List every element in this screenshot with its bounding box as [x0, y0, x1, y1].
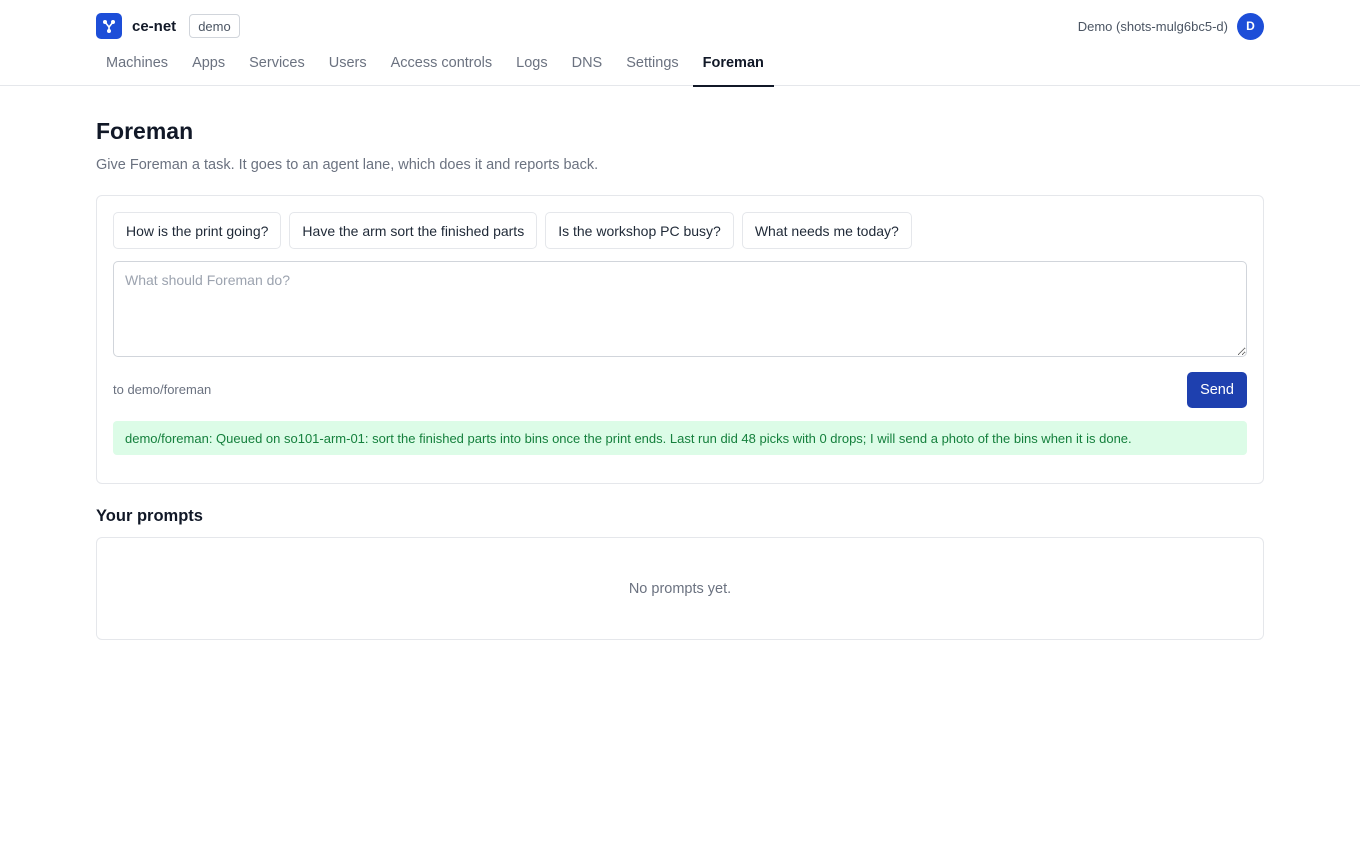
main-nav: Machines Apps Services Users Access cont… [96, 40, 778, 87]
avatar[interactable]: D [1237, 12, 1264, 40]
target-label: to demo/foreman [113, 382, 212, 397]
suggestion-chip-sort-parts[interactable]: Have the arm sort the finished parts [289, 212, 538, 249]
nav-item-foreman[interactable]: Foreman [692, 40, 775, 87]
page-subtitle: Give Foreman a task. It goes to an agent… [96, 157, 599, 173]
composer-card: How is the print going? Have the arm sor… [96, 195, 1264, 484]
send-button[interactable]: Send [1187, 372, 1247, 408]
environment-badge: demo [189, 14, 240, 38]
page-title: Foreman [96, 118, 194, 144]
nav-item-access-controls[interactable]: Access controls [381, 40, 503, 86]
nav-item-apps[interactable]: Apps [182, 40, 235, 86]
prompts-section-title: Your prompts [96, 507, 203, 525]
logo-glyph [103, 20, 115, 33]
nav-item-dns[interactable]: DNS [562, 40, 613, 86]
prompts-list: No prompts yet. [96, 537, 1264, 640]
prompt-input[interactable] [113, 261, 1247, 357]
nav-item-settings[interactable]: Settings [616, 40, 688, 86]
app-name: ce-net [132, 17, 177, 35]
user-menu[interactable]: Demo (shots-mulg6bc5-d) D [1077, 12, 1264, 40]
network-nodes-icon [96, 13, 122, 39]
brand[interactable]: ce-net demo [96, 13, 240, 39]
suggestion-chip-today[interactable]: What needs me today? [741, 212, 912, 249]
nav-item-machines[interactable]: Machines [96, 40, 178, 86]
suggestion-chip-workshop-pc[interactable]: Is the workshop PC busy? [545, 212, 734, 249]
nav-item-services[interactable]: Services [239, 40, 315, 86]
nav-item-users[interactable]: Users [319, 40, 377, 86]
nav-item-logs[interactable]: Logs [506, 40, 557, 86]
status-message: demo/foreman: Queued on so101-arm-01: so… [113, 421, 1247, 455]
suggestion-chip-print-status[interactable]: How is the print going? [113, 212, 282, 249]
suggestion-chips: How is the print going? Have the arm sor… [113, 212, 920, 249]
user-name: Demo (shots-mulg6bc5-d) [1077, 18, 1228, 34]
top-header: ce-net demo Demo (shots-mulg6bc5-d) D Ma… [0, 0, 1360, 87]
empty-state-text: No prompts yet. [628, 580, 732, 597]
